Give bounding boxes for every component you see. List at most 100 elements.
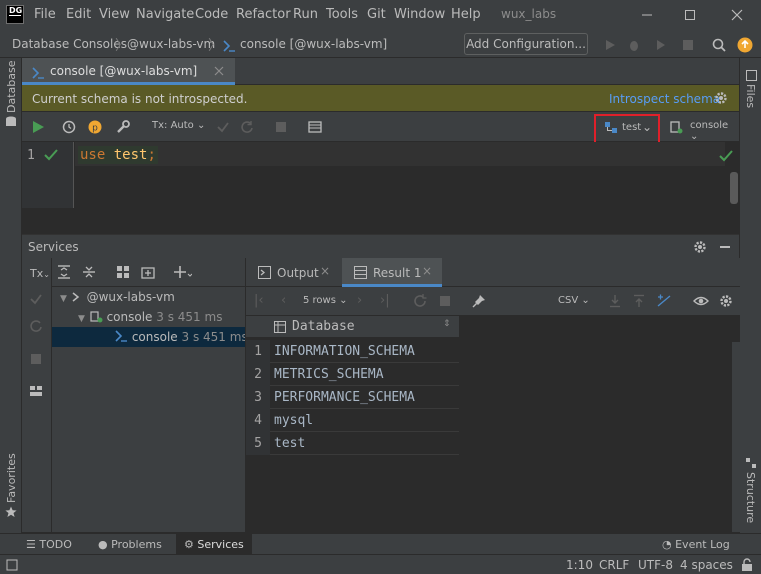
commit-icon[interactable] bbox=[29, 292, 43, 306]
inspection-ok-icon[interactable] bbox=[719, 149, 733, 163]
line-separator[interactable]: CRLF bbox=[599, 558, 629, 572]
menu-run[interactable]: Run bbox=[293, 7, 318, 22]
menu-window[interactable]: Window bbox=[394, 7, 445, 22]
export-format-dropdown[interactable]: CSV ⌄ bbox=[558, 295, 590, 306]
group-by-icon[interactable] bbox=[116, 265, 130, 279]
file-encoding[interactable]: UTF-8 bbox=[638, 558, 673, 572]
transaction-mode-dropdown[interactable]: Tx: Auto ⌄ bbox=[152, 120, 205, 131]
column-header-database[interactable]: Database ⇕ bbox=[246, 316, 459, 338]
tree-node-session[interactable]: ▼ console 3 s 451 ms bbox=[78, 310, 222, 324]
status-square-icon[interactable] bbox=[6, 559, 18, 571]
menu-edit[interactable]: Edit bbox=[66, 7, 91, 22]
stop-icon[interactable] bbox=[439, 295, 451, 307]
favorites-tool-label[interactable]: Favorites bbox=[5, 453, 18, 503]
commit-icon[interactable] bbox=[214, 118, 232, 136]
layout-icon[interactable] bbox=[29, 384, 43, 398]
rollback-icon[interactable] bbox=[29, 319, 43, 333]
last-page-icon[interactable]: ›| bbox=[380, 293, 390, 308]
refresh-icon[interactable] bbox=[413, 294, 427, 308]
menu-help[interactable]: Help bbox=[451, 7, 481, 22]
view-icon[interactable] bbox=[693, 294, 709, 308]
new-tab-icon[interactable] bbox=[141, 265, 155, 279]
menu-navigate[interactable]: Navigate bbox=[136, 7, 194, 22]
database-icon[interactable] bbox=[5, 116, 17, 128]
rollback-icon[interactable] bbox=[238, 118, 256, 136]
gear-icon[interactable] bbox=[692, 239, 707, 254]
pin-icon[interactable] bbox=[472, 294, 486, 308]
stop-icon[interactable] bbox=[272, 118, 290, 136]
close-tab-icon[interactable] bbox=[214, 66, 224, 76]
database-tool-label[interactable]: Database bbox=[5, 61, 18, 114]
close-tab-icon[interactable]: × bbox=[422, 264, 432, 278]
wrench-icon[interactable] bbox=[114, 118, 132, 136]
gear-icon[interactable] bbox=[719, 294, 733, 308]
close-icon[interactable] bbox=[727, 5, 747, 25]
schema-selector[interactable]: test ⌄ bbox=[594, 114, 660, 144]
download-icon[interactable] bbox=[608, 294, 622, 308]
breadcrumb-console[interactable]: console [@wux-labs-vm] bbox=[240, 37, 387, 51]
table-row[interactable]: 2 METRICS_SCHEMA bbox=[246, 363, 459, 386]
stop-icon[interactable] bbox=[679, 36, 697, 54]
menu-view[interactable]: View bbox=[99, 7, 130, 22]
gear-icon[interactable] bbox=[714, 91, 728, 105]
structure-icon[interactable] bbox=[746, 458, 757, 469]
menu-git[interactable]: Git bbox=[367, 7, 386, 22]
code-line[interactable]: use test; bbox=[78, 146, 158, 164]
collapse-all-icon[interactable] bbox=[82, 265, 96, 279]
editor-scrollbar[interactable] bbox=[730, 172, 738, 204]
tab-problems[interactable]: ● Problems bbox=[98, 534, 170, 555]
history-icon[interactable] bbox=[60, 118, 78, 136]
indent-setting[interactable]: 4 spaces bbox=[680, 558, 733, 572]
upload-icon[interactable] bbox=[632, 294, 646, 308]
files-icon[interactable] bbox=[746, 70, 757, 81]
menu-refactor[interactable]: Refactor bbox=[236, 7, 291, 22]
caret-position[interactable]: 1:10 bbox=[566, 558, 593, 572]
execute-icon[interactable] bbox=[29, 118, 47, 136]
previous-page-icon[interactable]: ‹ bbox=[281, 293, 286, 308]
next-page-icon[interactable]: › bbox=[357, 293, 362, 308]
explain-plan-icon[interactable]: p bbox=[86, 118, 104, 136]
menu-file[interactable]: File bbox=[34, 7, 56, 22]
tab-console[interactable]: console [@wux-labs-vm] bbox=[22, 58, 235, 85]
table-row[interactable]: 4 mysql bbox=[246, 409, 459, 432]
sort-icon[interactable]: ⇕ bbox=[443, 319, 451, 329]
event-log-button[interactable]: ◔ Event Log bbox=[662, 534, 742, 555]
search-icon[interactable] bbox=[710, 36, 728, 54]
tab-todo[interactable]: ☰ TODO bbox=[26, 534, 86, 555]
maximize-icon[interactable] bbox=[680, 5, 700, 25]
add-service-icon[interactable] bbox=[174, 265, 192, 279]
menu-tools[interactable]: Tools bbox=[326, 7, 358, 22]
table-row[interactable]: 1 INFORMATION_SCHEMA bbox=[246, 340, 459, 363]
sql-editor[interactable]: 1 use test; bbox=[22, 142, 739, 208]
compare-icon[interactable] bbox=[656, 294, 672, 308]
tree-node-host[interactable]: ▼ @wux-labs-vm bbox=[60, 290, 175, 304]
debug-icon[interactable] bbox=[625, 36, 643, 54]
expand-all-icon[interactable] bbox=[57, 265, 71, 279]
minimize-icon[interactable] bbox=[637, 5, 657, 25]
lock-icon[interactable] bbox=[740, 558, 754, 572]
session-selector[interactable]: console ⌄ bbox=[690, 120, 739, 142]
introspect-schema-link[interactable]: Introspect schema bbox=[609, 92, 720, 106]
table-view-icon[interactable] bbox=[306, 118, 324, 136]
tree-node-console[interactable]: console 3 s 451 ms bbox=[114, 330, 248, 344]
breadcrumb-host[interactable]: @wux-labs-vm bbox=[127, 37, 215, 51]
table-row[interactable]: 3 PERFORMANCE_SCHEMA bbox=[246, 386, 459, 409]
first-page-icon[interactable]: |‹ bbox=[254, 293, 264, 308]
tx-button[interactable]: Tx⌄ bbox=[30, 267, 50, 280]
run-icon[interactable] bbox=[601, 36, 619, 54]
tab-services[interactable]: ⚙ Services bbox=[176, 534, 252, 555]
close-tab-icon[interactable]: × bbox=[320, 264, 330, 278]
tab-result-1[interactable]: Result 1 × bbox=[342, 258, 442, 287]
menu-code[interactable]: Code bbox=[195, 7, 228, 22]
files-tool-label[interactable]: Files bbox=[744, 84, 757, 108]
table-row[interactable]: 5 test bbox=[246, 432, 459, 455]
rows-count-dropdown[interactable]: 5 rows ⌄ bbox=[303, 295, 348, 306]
minimize-icon[interactable] bbox=[717, 239, 732, 254]
breadcrumb-database-consoles[interactable]: Database Consoles bbox=[12, 37, 127, 51]
structure-tool-label[interactable]: Structure bbox=[744, 472, 757, 523]
tab-output[interactable]: Output × bbox=[246, 258, 338, 287]
star-icon[interactable] bbox=[5, 506, 17, 518]
results-scrollbar[interactable] bbox=[732, 342, 740, 532]
stop-icon[interactable] bbox=[29, 352, 43, 366]
add-configuration-button[interactable]: Add Configuration... bbox=[464, 33, 588, 55]
